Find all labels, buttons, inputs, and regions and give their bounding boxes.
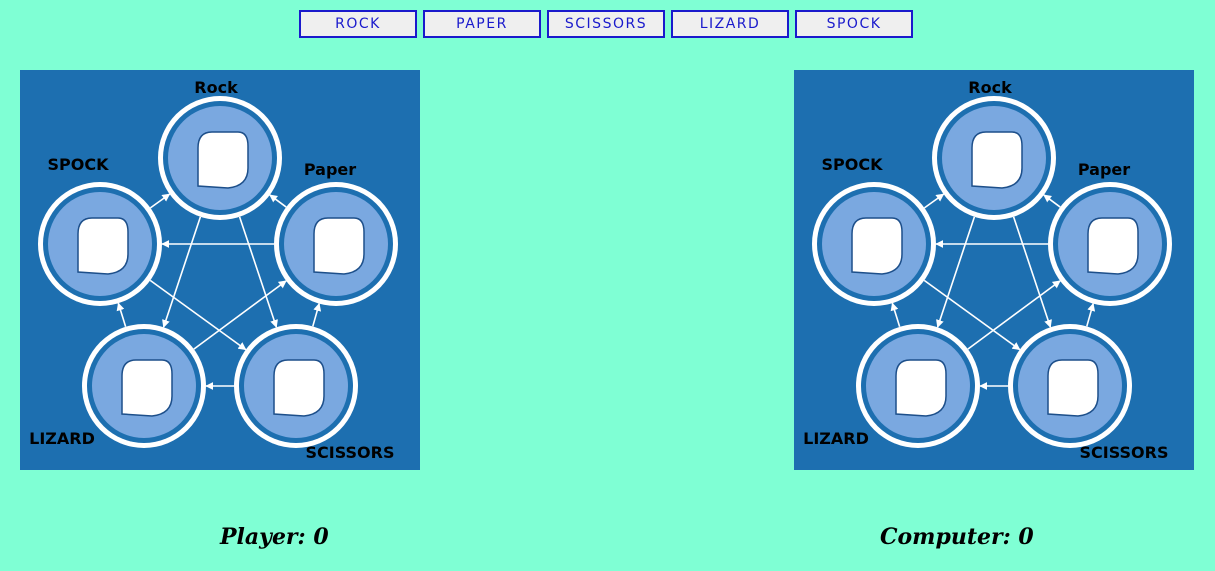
scissors-node [1008,324,1132,448]
spock-hand-icon [77,217,129,275]
scissors-button[interactable]: SCISSORS [547,10,665,38]
rock-node [158,96,282,220]
scissors-label: SCISSORS [1080,443,1169,462]
computer-score: Computer: 0 [880,524,1034,550]
player-score-label: Player [220,524,298,550]
paper-hand-icon [313,217,365,275]
paper-node [274,182,398,306]
paper-label: Paper [304,160,356,179]
lizard-node [82,324,206,448]
arrow-lizard-spock [116,302,127,328]
rock-label: Rock [968,78,1012,97]
arrow-scissors-paper [1086,302,1096,327]
spock-label: SPOCK [822,155,884,174]
rpsls-diagram: Rock Paper SCISSORS LIZARD SPOCK [803,78,1172,462]
arrow-paper-rock [1043,194,1061,208]
player-choice-image: Rock Paper SCISSORS LIZARD SPOCK [20,70,420,470]
player-score-value: 0 [313,524,329,550]
rock-button[interactable]: ROCK [299,10,417,38]
arrow-scissors-paper [312,302,322,327]
computer-choice-image: Rock Paper SCISSORS LIZARD SPOCK [794,70,1194,470]
spock-hand-icon [851,217,903,275]
arrow-paper-rock [269,194,287,208]
lizard-label: LIZARD [803,429,869,448]
lizard-hand-icon [121,359,173,417]
scissors-hand-icon [1047,359,1099,417]
paper-node [1048,182,1172,306]
spock-button[interactable]: SPOCK [795,10,913,38]
scissors-hand-icon [273,359,325,417]
lizard-button[interactable]: LIZARD [671,10,789,38]
rpsls-diagram: Rock Paper SCISSORS LIZARD SPOCK [29,78,398,462]
rock-node [932,96,1056,220]
player-score: Player: 0 [220,524,329,550]
computer-score-value: 0 [1018,524,1034,550]
arrow-spock-rock [149,193,171,209]
choice-button-group: ROCK PAPER SCISSORS LIZARD SPOCK [299,10,913,38]
paper-button[interactable]: PAPER [423,10,541,38]
lizard-label: LIZARD [29,429,95,448]
spock-node [812,182,936,306]
lizard-hand-icon [895,359,947,417]
rock-hand-icon [197,131,249,189]
arrow-lizard-spock [890,302,901,328]
rock-hand-icon [971,131,1023,189]
spock-label: SPOCK [48,155,110,174]
arrow-spock-rock [923,193,945,209]
computer-score-label: Computer [880,524,1003,550]
arrow-rock-lizard [936,216,976,328]
lizard-node [856,324,980,448]
scissors-node [234,324,358,448]
paper-hand-icon [1087,217,1139,275]
rock-label: Rock [194,78,238,97]
scissors-label: SCISSORS [306,443,395,462]
arrow-rock-lizard [162,216,202,328]
spock-node [38,182,162,306]
paper-label: Paper [1078,160,1130,179]
